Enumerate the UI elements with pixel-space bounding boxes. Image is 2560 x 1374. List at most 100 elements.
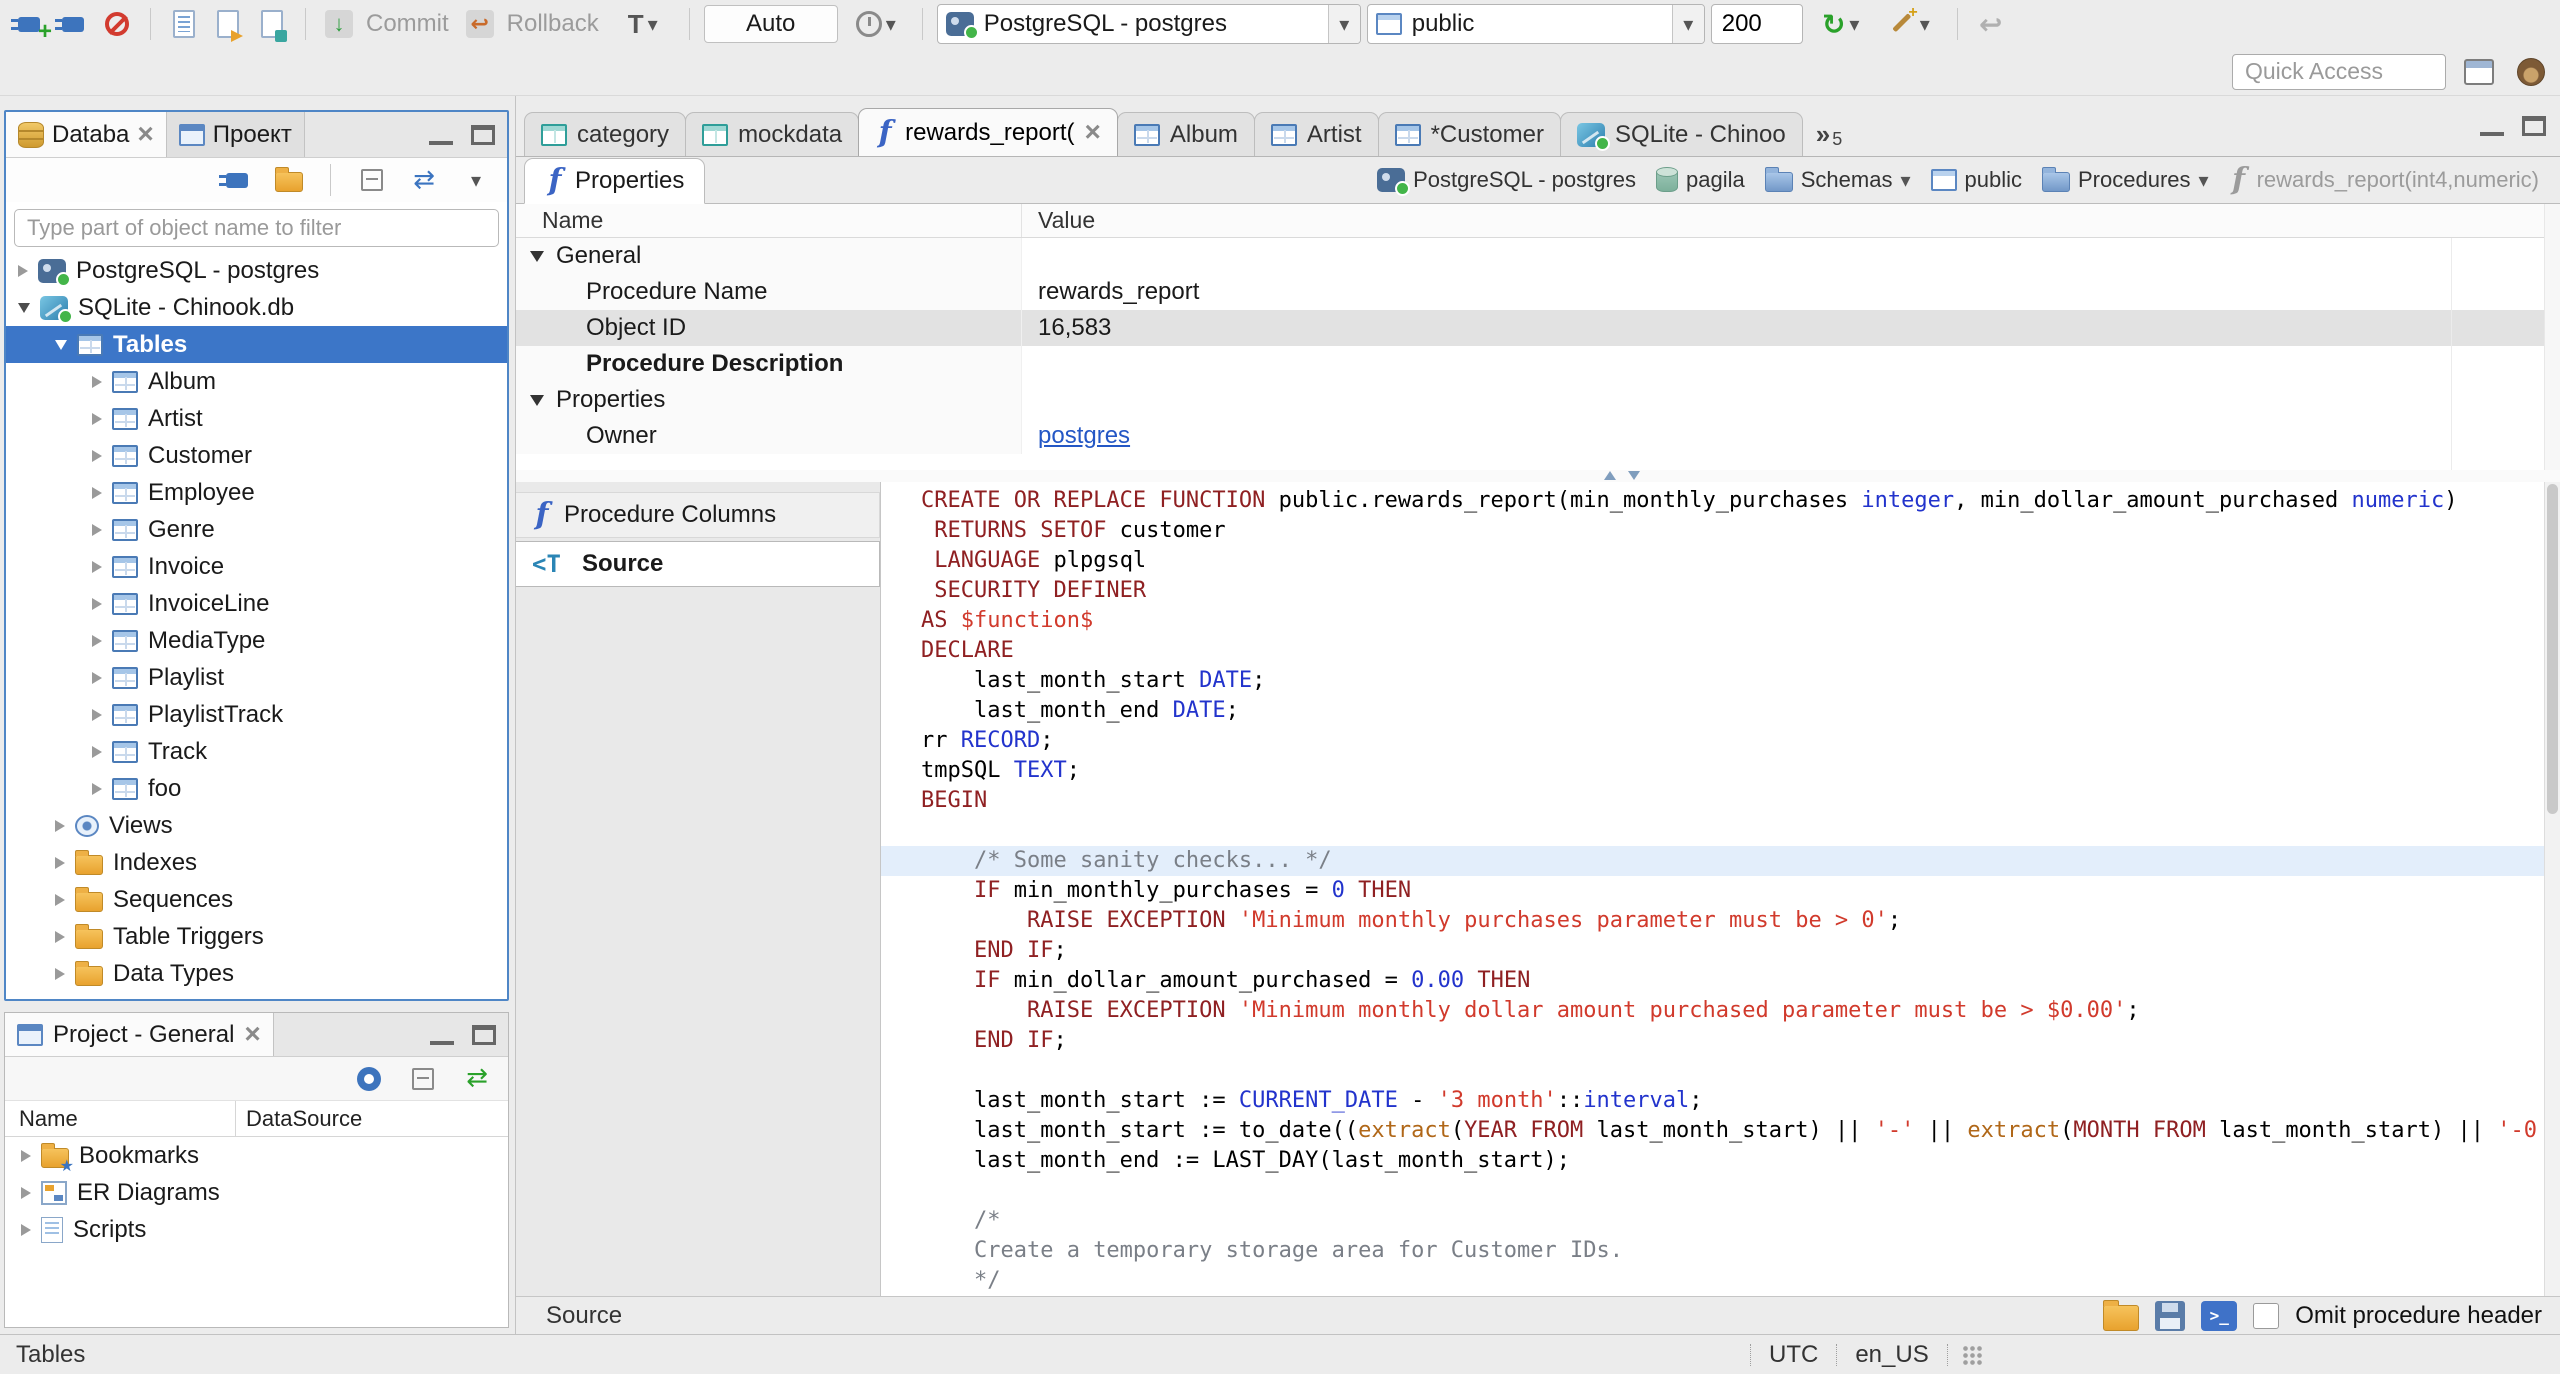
expand-arrow-icon[interactable] [21, 1223, 31, 1236]
column-header-datasource[interactable]: DataSource [235, 1101, 508, 1136]
refresh-button[interactable] [1809, 5, 1873, 43]
collapse-arrow-icon[interactable] [530, 394, 544, 406]
maximize-icon[interactable] [471, 124, 495, 145]
sql-source-editor[interactable]: CREATE OR REPLACE FUNCTION public.reward… [881, 482, 2544, 1296]
commit-icon[interactable] [320, 5, 358, 43]
transaction-log-button[interactable] [844, 5, 908, 43]
editor-tab-album[interactable]: Album [1116, 112, 1255, 156]
tree-item-track[interactable]: Track [6, 733, 507, 770]
expand-arrow-icon[interactable] [21, 1186, 31, 1199]
close-icon[interactable] [244, 1020, 260, 1050]
tree-item-employee[interactable]: Employee [6, 474, 507, 511]
collapse-all-icon[interactable] [404, 1060, 442, 1098]
chevron-down-icon[interactable] [1900, 167, 1910, 193]
tree-filter-input[interactable] [14, 209, 499, 247]
tree-item-sqlite-chinook-db[interactable]: SQLite - Chinook.db [6, 289, 507, 326]
database-tree[interactable]: PostgreSQL - postgres SQLite - Chinook.db… [6, 252, 507, 999]
expand-arrow-icon[interactable] [92, 782, 102, 795]
panel-tab-source[interactable]: Source [516, 541, 880, 587]
collapse-up-icon[interactable] [1604, 471, 1616, 480]
breadcrumb-item-rewards-report-int4-numeric[interactable]: rewards_report(int4,numeric) [2222, 161, 2546, 199]
omit-header-checkbox[interactable] [2253, 1302, 2280, 1329]
rollback-icon[interactable] [461, 5, 499, 43]
status-locale[interactable]: en_US [1837, 1341, 1946, 1369]
editor-tab-mockdata[interactable]: mockdata [685, 112, 860, 156]
property-row-general[interactable]: General [516, 238, 2560, 274]
expand-arrow-icon[interactable] [55, 930, 65, 943]
disconnect-icon[interactable] [98, 5, 136, 43]
property-row-procedure-description[interactable]: Procedure Description [516, 346, 2560, 382]
tab-projects[interactable]: Проект [166, 112, 305, 157]
property-value-cell[interactable]: 16,583 [1021, 310, 2560, 346]
maximize-icon[interactable] [472, 1024, 496, 1045]
column-header-name[interactable]: Name [516, 204, 1021, 237]
editor-scrollbar[interactable] [2544, 482, 2560, 1296]
property-row-owner[interactable]: Owner postgres [516, 418, 2560, 454]
tree-item-views[interactable]: Views [6, 807, 507, 844]
breadcrumb-item-postgresql-postgres[interactable]: PostgreSQL - postgres [1370, 164, 1643, 196]
tab-properties[interactable]: Properties [524, 158, 706, 204]
breadcrumb-item-public[interactable]: public [1924, 164, 2029, 196]
editor-tab-sqlite-chinoo[interactable]: SQLite - Chinoo [1559, 112, 1803, 156]
tree-item-mediatype[interactable]: MediaType [6, 622, 507, 659]
link-with-editor-icon[interactable] [458, 1060, 496, 1098]
property-value-cell[interactable] [1021, 238, 2560, 274]
collapse-arrow-icon[interactable] [530, 250, 544, 262]
expand-arrow-icon[interactable] [92, 671, 102, 684]
tree-item-indexes[interactable]: Indexes [6, 844, 507, 881]
minimize-icon[interactable] [2480, 116, 2504, 136]
tree-item-postgresql-postgres[interactable]: PostgreSQL - postgres [6, 252, 507, 289]
panel-tab-procedure-columns[interactable]: Procedure Columns [516, 492, 880, 538]
minimize-icon[interactable] [429, 125, 453, 145]
expand-arrow-icon[interactable] [92, 486, 102, 499]
property-row-object-id[interactable]: Object ID 16,583 [516, 310, 2560, 346]
expand-arrow-icon[interactable] [92, 412, 102, 425]
breadcrumb-item-procedures[interactable]: Procedures [2035, 164, 2216, 196]
tab-database-navigator[interactable]: Databa [6, 112, 167, 157]
collapse-down-icon[interactable] [1628, 471, 1640, 480]
breadcrumb-item-schemas[interactable]: Schemas [1758, 164, 1918, 196]
console-icon[interactable] [2201, 1300, 2238, 1331]
editor-tab-artist[interactable]: Artist [1253, 112, 1379, 156]
project-item-scripts[interactable]: Scripts [5, 1211, 508, 1248]
open-sql-script-icon[interactable] [209, 5, 247, 43]
magic-wand-button[interactable] [1879, 4, 1943, 43]
recent-sql-icon[interactable] [253, 5, 291, 43]
expand-arrow-icon[interactable] [21, 1149, 31, 1162]
open-perspective-button[interactable] [2460, 53, 2498, 91]
connect-icon[interactable] [54, 5, 92, 43]
expand-arrow-icon[interactable] [92, 523, 102, 536]
project-item-bookmarks[interactable]: Bookmarks [5, 1137, 508, 1175]
expand-arrow-icon[interactable] [92, 745, 102, 758]
connection-dropdown-icon[interactable] [1327, 5, 1360, 43]
collapse-all-icon[interactable] [353, 161, 391, 199]
editor-tab-category[interactable]: category [524, 112, 687, 156]
fetch-size-input[interactable] [1710, 4, 1803, 44]
save-file-icon[interactable] [2155, 1300, 2186, 1331]
scrollbar-thumb[interactable] [2547, 484, 2558, 814]
expand-arrow-icon[interactable] [18, 264, 28, 277]
connect-to-database-icon[interactable] [218, 161, 256, 199]
tree-item-playlisttrack[interactable]: PlaylistTrack [6, 696, 507, 733]
property-value-cell[interactable]: rewards_report [1021, 274, 2560, 310]
tree-item-table-triggers[interactable]: Table Triggers [6, 918, 507, 955]
expand-arrow-icon[interactable] [55, 856, 65, 869]
project-item-er-diagrams[interactable]: ER Diagrams [5, 1174, 508, 1211]
grid-scrollbar[interactable] [2544, 204, 2560, 470]
property-value-cell[interactable] [1021, 382, 2560, 418]
tab-project-general[interactable]: Project - General [5, 1013, 274, 1056]
close-icon[interactable] [137, 120, 153, 150]
expand-arrow-icon[interactable] [92, 560, 102, 573]
tab-overflow[interactable]: 5 [1816, 119, 1842, 150]
tree-item-artist[interactable]: Artist [6, 400, 507, 437]
tree-item-invoice[interactable]: Invoice [6, 548, 507, 585]
tree-item-customer[interactable]: Customer [6, 437, 507, 474]
tree-item-foo[interactable]: foo [6, 770, 507, 807]
column-header-name[interactable]: Name [5, 1106, 235, 1132]
expand-arrow-icon[interactable] [92, 708, 102, 721]
navigate-back-button[interactable] [1972, 5, 2010, 43]
property-row-procedure-name[interactable]: Procedure Name rewards_report [516, 274, 2560, 310]
expand-arrow-icon[interactable] [55, 893, 65, 906]
expand-arrow-icon[interactable] [92, 375, 102, 388]
editor-tab-rewards-report[interactable]: rewards_report( [858, 108, 1118, 156]
